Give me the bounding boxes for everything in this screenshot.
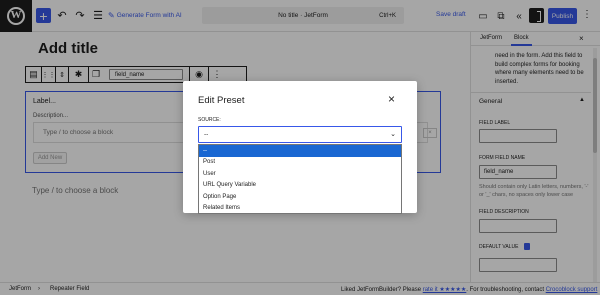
- source-option-none[interactable]: --: [199, 145, 401, 157]
- source-select-value: --: [204, 131, 209, 138]
- source-option-user[interactable]: User: [199, 168, 401, 180]
- source-select[interactable]: -- ⌄: [198, 126, 402, 143]
- edit-preset-modal: Edit Preset × SOURCE: -- ⌄ -- Post User …: [183, 81, 417, 214]
- close-modal-button[interactable]: ×: [388, 93, 395, 105]
- source-dropdown-list: -- Post User URL Query Variable Option P…: [198, 144, 402, 214]
- source-option-post[interactable]: Post: [199, 157, 401, 169]
- source-option-option-page[interactable]: Option Page: [199, 191, 401, 203]
- modal-title: Edit Preset: [198, 95, 245, 106]
- close-icon: ×: [388, 92, 396, 106]
- source-option-related-items[interactable]: Related Items: [199, 203, 401, 215]
- source-option-url-query-variable[interactable]: URL Query Variable: [199, 180, 401, 192]
- source-label: SOURCE:: [198, 117, 221, 123]
- chevron-down-icon: ⌄: [390, 131, 396, 138]
